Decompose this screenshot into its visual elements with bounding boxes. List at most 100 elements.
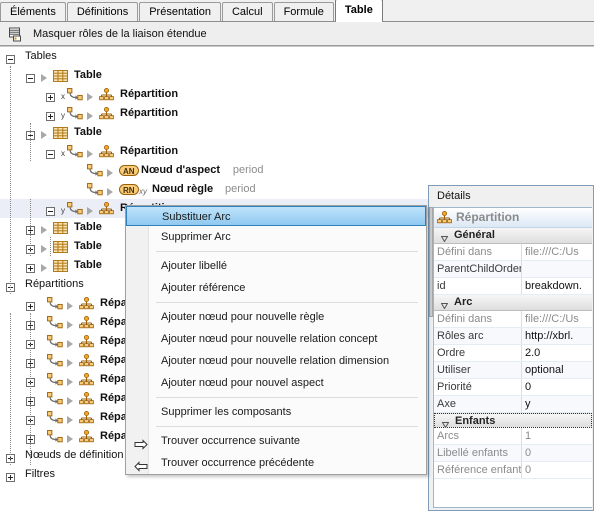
menu-item[interactable]: Ajouter nœud pour nouvelle relation dime… <box>126 350 426 372</box>
arrow-left-icon <box>134 458 149 472</box>
details-row[interactable]: Défini dans file:///C:/Us <box>434 311 592 328</box>
tab-table[interactable]: Table <box>334 0 383 21</box>
details-row[interactable]: Défini dans file:///C:/Us <box>434 244 592 261</box>
details-row[interactable]: Ordre 2.0 <box>434 345 592 362</box>
menu-item[interactable]: Ajouter nœud pour nouvelle relation conc… <box>126 328 426 350</box>
tree-node-sublabel: period <box>225 183 256 195</box>
details-row-value[interactable]: 2.0 <box>522 345 592 361</box>
tree-row[interactable]: yRépartition <box>0 104 594 123</box>
tree-node-label: Répa <box>100 316 127 328</box>
menu-separator <box>126 248 426 255</box>
details-row-value[interactable]: file:///C:/Us <box>522 244 592 260</box>
tree-node-label: Répa <box>100 430 127 442</box>
details-row[interactable]: ParentChildOrder <box>434 261 592 278</box>
details-row-key: ParentChildOrder <box>434 261 522 277</box>
tab-label: Éléments <box>10 6 56 18</box>
menu-item[interactable]: Supprimer Arc <box>126 226 426 248</box>
menu-item[interactable]: Ajouter référence <box>126 277 426 299</box>
details-group-label: Enfants <box>455 415 496 427</box>
tree-node-label: Table <box>74 69 102 81</box>
details-group-header[interactable]: Enfants <box>434 413 592 429</box>
tree-node-label: Répa <box>100 411 127 423</box>
tree-node-label: Tables <box>25 50 57 62</box>
tree-node-label: Table <box>74 126 102 138</box>
tree-node-label: Répa <box>100 335 127 347</box>
tree-row[interactable]: Table <box>0 66 594 85</box>
details-row-value[interactable]: breakdown. <box>522 278 592 294</box>
details-row[interactable]: Arcs 1 <box>434 428 592 445</box>
menu-item[interactable]: Substituer Arc <box>126 206 426 226</box>
tree-node-label: Répartition <box>120 107 179 119</box>
details-row[interactable]: Rôles arc http://xbrl. <box>434 328 592 345</box>
menu-separator <box>126 394 426 401</box>
tree-node-label: Répa <box>100 373 127 385</box>
expand-icon[interactable] <box>6 470 15 489</box>
chevron-down-icon <box>441 418 450 429</box>
tree-row[interactable]: AN Nœud d'aspect period <box>0 161 594 180</box>
details-object-title: Répartition <box>434 208 592 228</box>
node-type-badge: RN <box>119 184 139 195</box>
tab-prsentation[interactable]: Présentation <box>139 2 221 21</box>
details-row[interactable]: Référence enfants 0 <box>434 462 592 479</box>
details-row-value[interactable]: 0 <box>522 445 592 461</box>
menu-item[interactable]: Trouver occurrence précédente <box>126 452 426 474</box>
tab-label: Présentation <box>149 6 211 18</box>
details-row-key: Référence enfants <box>434 462 522 478</box>
details-row-value[interactable]: 1 <box>522 428 592 444</box>
menu-item[interactable]: Ajouter nœud pour nouvel aspect <box>126 372 426 394</box>
hide-roles-icon[interactable] <box>3 23 27 45</box>
menu-item-label: Ajouter nœud pour nouvelle relation dime… <box>161 355 390 367</box>
details-row-value[interactable]: 0 <box>522 379 592 395</box>
menu-item-label: Trouver occurrence précédente <box>161 457 315 469</box>
details-row-value[interactable]: file:///C:/Us <box>522 311 592 327</box>
details-group-header[interactable]: Général <box>434 228 592 244</box>
tree-row[interactable]: Table <box>0 123 594 142</box>
details-row-value[interactable]: optional <box>522 362 592 378</box>
details-row[interactable]: Utiliser optional <box>434 362 592 379</box>
context-menu[interactable]: Substituer Arc Supprimer Arc Ajouter libel… <box>125 205 427 475</box>
chevron-down-icon <box>440 232 449 243</box>
menu-item-label: Ajouter nœud pour nouvel aspect <box>161 377 324 389</box>
details-group-header[interactable]: Arc <box>434 295 592 311</box>
details-row-key: Utiliser <box>434 362 522 378</box>
menu-item-label: Ajouter libellé <box>161 260 228 272</box>
menu-item[interactable]: Ajouter nœud pour nouvelle règle <box>126 306 426 328</box>
tab-formule[interactable]: Formule <box>273 2 334 21</box>
tree-node-label: Table <box>74 240 102 252</box>
tree-node-label: Table <box>74 259 102 271</box>
details-row-key: Défini dans <box>434 244 522 260</box>
menu-item[interactable]: Ajouter libellé <box>126 255 426 277</box>
tab-calcul[interactable]: Calcul <box>221 2 273 21</box>
tree-node-label: Filtres <box>25 468 55 480</box>
tree-node-label: Répartition <box>120 88 179 100</box>
tab-label: Définitions <box>76 6 129 18</box>
details-row[interactable]: Priorité 0 <box>434 379 592 396</box>
toolbar: Masquer rôles de la liaison étendue <box>0 23 594 46</box>
tab-lments[interactable]: Éléments <box>0 2 66 21</box>
details-row[interactable]: Libellé enfants 0 <box>434 445 592 462</box>
tab-dfinitions[interactable]: Définitions <box>66 2 139 21</box>
details-groups: Général Défini dans file:///C:/Us ParentChi… <box>434 228 592 479</box>
details-row-value[interactable]: 0 <box>522 462 592 478</box>
details-row-key: Arcs <box>434 428 522 444</box>
details-row[interactable]: Axe y <box>434 396 592 413</box>
tree-row[interactable]: x Répartition <box>0 85 594 104</box>
tree-connector <box>30 313 31 465</box>
details-row-value[interactable]: http://xbrl. <box>522 328 592 344</box>
menu-item[interactable]: Trouver occurrence suivante <box>126 430 426 452</box>
details-row[interactable]: id breakdown. <box>434 278 592 295</box>
tab-label: Calcul <box>231 6 263 18</box>
tree-row[interactable]: x Répartition <box>0 142 594 161</box>
menu-item-label: Trouver occurrence suivante <box>161 435 300 447</box>
tree-row[interactable]: Tables <box>0 47 594 66</box>
menu-item[interactable]: Supprimer les composants <box>126 401 426 423</box>
tab-bar: Éléments Définitions Présentation Calcul For… <box>0 0 594 22</box>
details-row-value[interactable] <box>522 261 592 277</box>
tab-active-underline <box>335 21 382 22</box>
details-group-label: Arc <box>454 296 473 308</box>
menu-item-label: Substituer Arc <box>162 211 231 223</box>
tree-node-label: Répartition <box>120 145 179 157</box>
details-row-key: Axe <box>434 396 522 412</box>
tree-connector <box>10 313 11 465</box>
details-row-value[interactable]: y <box>522 396 592 412</box>
